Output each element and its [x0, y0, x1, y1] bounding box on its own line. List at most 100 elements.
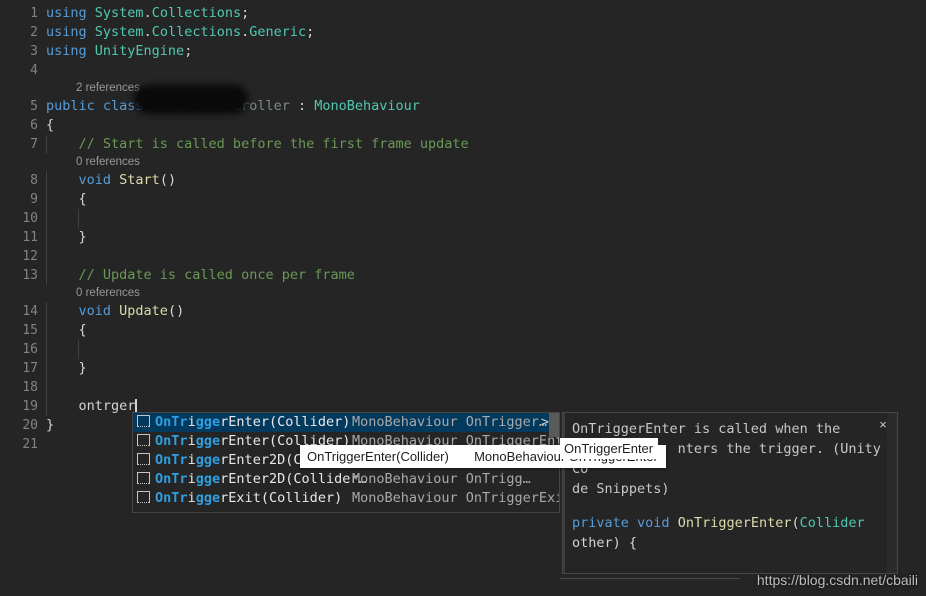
- code-text: using UnityEngine;: [46, 42, 192, 61]
- line-number: 18: [22, 380, 38, 395]
- code-token: .: [143, 5, 152, 21]
- indent-guide: [46, 340, 47, 359]
- snippet-icon: [137, 415, 150, 428]
- doc-panel-scrollbar[interactable]: [887, 413, 897, 573]
- completion-item[interactable]: OnTriggerEnter2D(Collider… MonoBehaviour …: [133, 470, 559, 489]
- doc-snippet-token: ) {: [612, 535, 638, 551]
- completion-item-label: OnTriggerEnter(Collider): [155, 414, 351, 430]
- doc-snippet-token: OnTriggerEnter: [677, 515, 792, 531]
- code-line[interactable]: 15 {: [0, 321, 926, 340]
- code-token: {: [46, 191, 87, 207]
- line-number: 17: [22, 361, 38, 376]
- code-token: void: [78, 303, 112, 319]
- codelens-label[interactable]: 0 references: [76, 154, 140, 171]
- codelens-reference-count[interactable]: 0 references: [0, 285, 926, 302]
- line-number: 15: [22, 323, 38, 338]
- doc-snippet-token: (: [791, 515, 800, 531]
- doc-code-snippet: private void OnTriggerEnter(Collider oth…: [563, 513, 897, 573]
- code-token: .: [143, 24, 152, 40]
- line-number: 14: [22, 304, 38, 319]
- code-token: (): [167, 303, 185, 319]
- line-number: 21: [22, 437, 38, 452]
- code-token: public: [46, 98, 95, 114]
- line-number: 8: [30, 173, 38, 188]
- doc-panel-left-edge: [563, 413, 565, 573]
- completion-item[interactable]: OnTriggerEnter(Collider) MonoBehaviour On…: [133, 413, 559, 432]
- code-line[interactable]: 1 using System.Collections;: [0, 4, 926, 23]
- code-token: using: [46, 24, 95, 40]
- code-token: :: [289, 98, 315, 114]
- line-number: 7: [30, 137, 38, 152]
- codelens-label[interactable]: 2 references: [76, 80, 140, 97]
- code-token: {: [46, 117, 55, 133]
- completion-item[interactable]: OnTriggerExit(Collider) MonoBehaviour OnT…: [133, 489, 559, 508]
- code-line[interactable]: 9 {: [0, 190, 926, 209]
- code-token: Update: [119, 303, 168, 319]
- snippet-icon: [137, 491, 150, 504]
- line-number: 1: [30, 6, 38, 21]
- code-line[interactable]: 13 // Update is called once per frame: [0, 266, 926, 285]
- code-line[interactable]: 14 void Update(): [0, 302, 926, 321]
- code-line[interactable]: 8 void Start(): [0, 171, 926, 190]
- code-token: ;: [241, 5, 250, 21]
- code-line[interactable]: 17 }: [0, 359, 926, 378]
- line-number: 16: [22, 342, 38, 357]
- indent-guide: [78, 340, 80, 359]
- doc-snippet-token: private: [572, 515, 629, 531]
- doc-snippet-token: void: [637, 515, 670, 531]
- indent-guide: [78, 209, 80, 228]
- line-number: 13: [22, 268, 38, 283]
- code-line[interactable]: 3 using UnityEngine;: [0, 42, 926, 61]
- code-line[interactable]: 7 // Start is called before the first fr…: [0, 135, 926, 154]
- line-number: 4: [30, 63, 38, 78]
- code-token: // Update is called once per frame: [46, 267, 355, 283]
- code-token: }: [46, 360, 87, 376]
- code-token: UnityEngine: [94, 43, 185, 59]
- snippet-icon: [137, 453, 150, 466]
- code-token: Generic: [249, 24, 307, 40]
- completion-scrollbar-thumb[interactable]: [549, 413, 559, 437]
- doc-snippet-token: [670, 515, 678, 531]
- code-line[interactable]: 16: [0, 340, 926, 359]
- completion-documentation-panel[interactable]: × OnTriggerEnter is called when the Coll…: [562, 412, 898, 574]
- code-line[interactable]: 6{: [0, 116, 926, 135]
- code-text: {: [46, 190, 87, 209]
- doc-snippet-token: [629, 515, 637, 531]
- code-token: ontrger: [46, 398, 136, 414]
- code-line[interactable]: 18: [0, 378, 926, 397]
- code-token: class: [102, 98, 144, 114]
- code-text: }: [46, 228, 87, 247]
- code-text: {: [46, 116, 54, 135]
- code-line[interactable]: 12: [0, 247, 926, 266]
- code-token: ;: [306, 24, 315, 40]
- line-number: 10: [22, 211, 38, 226]
- code-line[interactable]: 2 using System.Collections.Generic;: [0, 23, 926, 42]
- snippet-icon: [137, 472, 150, 485]
- code-token: }: [46, 229, 87, 245]
- code-token: // Start is called before the first fram…: [46, 136, 469, 152]
- completion-item-detail: MonoBehaviour OnTriggerExit: [352, 490, 559, 506]
- code-line[interactable]: 4: [0, 61, 926, 80]
- code-text: }: [46, 359, 87, 378]
- editor-lines: 1 using System.Collections; 2 using System.…: [0, 0, 926, 454]
- codelens-label[interactable]: 0 references: [76, 285, 140, 302]
- code-text: // Update is called once per frame: [46, 266, 355, 285]
- completion-item-detail: MonoBehaviour OnTrigg…: [352, 471, 531, 487]
- indent-guide: [46, 247, 47, 266]
- line-number: 3: [30, 44, 38, 59]
- doc-snippet-token: Collider: [799, 515, 865, 531]
- code-line[interactable]: 10: [0, 209, 926, 228]
- completion-expand-icon[interactable]: >: [541, 413, 549, 432]
- code-text: void Update(): [46, 302, 185, 321]
- code-token: System: [94, 5, 144, 21]
- code-token: void: [78, 172, 112, 188]
- code-token: ;: [184, 43, 193, 59]
- code-token: }: [46, 417, 55, 433]
- close-icon[interactable]: ×: [875, 417, 891, 433]
- code-line[interactable]: 11 }: [0, 228, 926, 247]
- codelens-reference-count[interactable]: 0 references: [0, 154, 926, 171]
- indent-guide: [46, 209, 47, 228]
